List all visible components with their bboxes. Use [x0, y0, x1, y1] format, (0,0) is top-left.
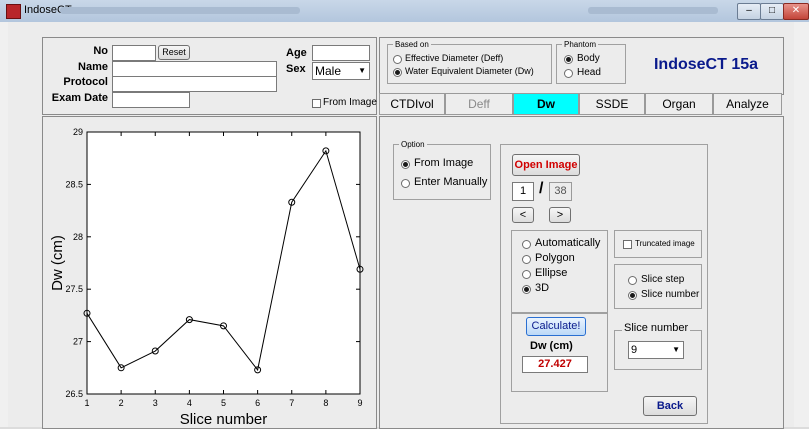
dw-result-value: 27.427 [522, 356, 588, 373]
no-field[interactable] [112, 45, 156, 61]
plot-area [86, 131, 361, 395]
head-label: Head [577, 67, 601, 78]
no-label: No [93, 45, 108, 57]
body-label: Body [577, 53, 600, 64]
blurred-path [60, 7, 300, 14]
window-frame-right [794, 22, 809, 427]
protocol-label: Protocol [63, 76, 108, 88]
x-tick-label: 5 [221, 398, 226, 408]
x-tick-label: 3 [153, 398, 158, 408]
x-tick-label: 6 [255, 398, 260, 408]
dw-radio[interactable] [393, 68, 402, 77]
tab-analyze[interactable]: Analyze [713, 93, 782, 115]
chevron-down-icon: ▼ [358, 66, 366, 75]
tab-ctdivol[interactable]: CTDIvol [379, 93, 445, 115]
slice-number-select[interactable]: 9 ▼ [628, 341, 684, 359]
protocol-field[interactable] [112, 76, 277, 92]
y-tick-label: 26.5 [65, 389, 83, 399]
truncated-label: Truncated image [635, 239, 695, 248]
current-slice-field[interactable]: 1 [512, 182, 534, 201]
slice-number-label: Slice number [641, 289, 700, 300]
x-tick-label: 1 [84, 398, 89, 408]
slice-number-select-value: 9 [631, 344, 638, 356]
y-tick-label: 27.5 [65, 284, 83, 294]
body-radio[interactable] [564, 55, 573, 64]
from-image-checkbox[interactable] [312, 99, 321, 108]
window-frame-left [0, 22, 8, 427]
tab-ssde[interactable]: SSDE [579, 93, 645, 115]
exam-date-label: Exam Date [51, 92, 108, 104]
dw-label: Water Equivalent Diameter (Dw) [405, 66, 534, 76]
sex-select[interactable]: Male ▼ [312, 62, 370, 80]
tab-dw[interactable]: Dw [513, 93, 579, 115]
back-button[interactable]: Back [643, 396, 697, 416]
3d-label: 3D [535, 282, 550, 294]
deff-radio[interactable] [393, 55, 402, 64]
slice-number-radio[interactable] [628, 291, 637, 300]
open-image-button[interactable]: Open Image [512, 154, 580, 176]
slice-number-title: Slice number [622, 322, 691, 334]
polygon-radio[interactable] [522, 255, 531, 264]
app-name: IndoseCT 15a [653, 56, 759, 73]
slice-step-radio[interactable] [628, 276, 637, 285]
ellipse-radio[interactable] [522, 270, 531, 279]
y-axis-label: Dw (cm) [49, 235, 66, 291]
automatically-label: Automatically [535, 237, 601, 249]
enter-manually-label: Enter Manually [414, 176, 488, 188]
slice-step-label: Slice step [641, 274, 685, 285]
x-tick-label: 7 [289, 398, 294, 408]
slice-mode-group [614, 264, 702, 309]
age-field[interactable] [312, 45, 370, 61]
automatically-radio[interactable] [522, 240, 531, 249]
phantom-title: Phantom [562, 40, 599, 49]
close-button[interactable]: ✕ [783, 3, 809, 20]
sex-select-value: Male [315, 64, 342, 78]
x-tick-label: 4 [187, 398, 192, 408]
sex-label: Sex [286, 63, 306, 75]
next-slice-button[interactable]: > [549, 207, 571, 223]
prev-slice-button[interactable]: < [512, 207, 534, 223]
y-tick-label: 28 [73, 232, 83, 242]
head-radio[interactable] [564, 69, 573, 78]
option-group [393, 144, 491, 200]
based-on-title: Based on [393, 40, 431, 49]
deff-label: Effective Diameter (Deff) [405, 53, 504, 63]
x-tick-label: 8 [323, 398, 328, 408]
app-icon [6, 4, 21, 19]
minimize-button[interactable]: – [737, 3, 761, 20]
phantom-group [556, 44, 626, 84]
tab-organ[interactable]: Organ [645, 93, 713, 115]
x-tick-label: 9 [357, 398, 362, 408]
name-label: Name [78, 61, 108, 73]
name-field[interactable] [112, 61, 277, 77]
from-image-radio[interactable] [401, 160, 410, 169]
age-label: Age [286, 47, 307, 59]
calculate-button[interactable]: Calculate! [526, 317, 586, 336]
option-title: Option [399, 140, 427, 149]
y-tick-label: 27 [73, 337, 83, 347]
exam-date-field[interactable] [112, 92, 190, 108]
based-on-group [387, 44, 552, 84]
ellipse-label: Ellipse [535, 267, 568, 279]
from-image-option-label: From Image [414, 157, 474, 169]
x-tick-label: 2 [119, 398, 124, 408]
y-tick-label: 28.5 [65, 179, 83, 189]
slice-separator: / [539, 180, 544, 197]
dw-chart: 1 2 3 4 5 6 7 8 9 26.5 27 27.5 28 28.5 29 Slice number D… [49, 127, 364, 427]
truncated-checkbox[interactable] [623, 240, 632, 249]
3d-radio[interactable] [522, 285, 531, 294]
maximize-button[interactable]: □ [760, 3, 784, 20]
reset-button[interactable]: Reset [158, 45, 190, 60]
dw-result-label: Dw (cm) [530, 340, 573, 352]
blurred-search [588, 7, 718, 14]
y-tick-label: 29 [73, 127, 83, 137]
polygon-label: Polygon [535, 252, 575, 264]
chevron-down-icon: ▼ [672, 345, 680, 354]
x-axis-label: Slice number [180, 411, 268, 427]
enter-manually-radio[interactable] [401, 179, 410, 188]
from-image-label: From Image [323, 97, 377, 108]
tab-deff[interactable]: Deff [445, 93, 513, 115]
total-slices: 38 [549, 182, 572, 201]
